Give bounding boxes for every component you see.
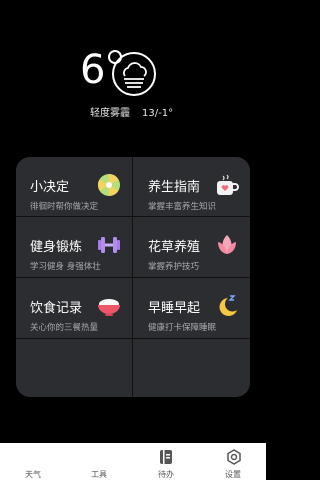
tab-settings[interactable]: 设置 xyxy=(200,443,266,480)
tool-diet-log[interactable]: 饮食记录 关心你的三餐热量 xyxy=(16,278,132,337)
tool-title: 养生指南 xyxy=(148,180,201,195)
tool-decision[interactable]: 小决定 徘徊时帮你做决定 xyxy=(16,157,132,216)
temperature: 6 xyxy=(80,47,106,93)
tab-label: 设置 xyxy=(225,470,241,479)
grid-divider xyxy=(16,338,250,339)
tab-weather[interactable]: 天气 xyxy=(0,443,66,480)
rice-bowl-icon xyxy=(98,299,120,316)
lotus-icon xyxy=(218,235,236,254)
bottom-tab-bar: 天气 工具 待办 设置 xyxy=(0,443,266,480)
tool-subtitle: 掌握丰富养生知识 xyxy=(148,202,217,212)
tab-label: 天气 xyxy=(25,470,41,479)
weather-condition-line: 轻度雾霾 13/-1° xyxy=(90,104,185,119)
tool-fitness[interactable]: 健身锻炼 学习健身 身强体壮 xyxy=(16,217,132,276)
temperature-range: 13/-1° xyxy=(142,108,174,119)
tab-tools[interactable]: 工具 xyxy=(66,443,132,480)
tool-subtitle: 健康打卡保障睡眠 xyxy=(148,323,217,333)
weather-summary: 6 轻度雾霾 13/-1° xyxy=(0,46,266,126)
pie-wheel-icon xyxy=(98,174,120,196)
tool-title: 花草养殖 xyxy=(148,240,201,255)
tools-grid: 小决定 徘徊时帮你做决定 养生指南 掌握丰富养生知识 健身锻炼 学习健身 身强体… xyxy=(16,157,250,397)
tool-sleep-early[interactable]: 早睡早起 健康打卡保障睡眠 xyxy=(134,278,250,337)
tool-title: 小决定 xyxy=(30,180,70,195)
condition-text: 轻度雾霾 xyxy=(90,108,130,119)
tab-todo[interactable]: 待办 xyxy=(133,443,199,480)
tool-subtitle: 学习健身 身强体壮 xyxy=(30,262,101,272)
tea-cup-icon xyxy=(217,174,239,195)
tool-plant-care[interactable]: 花草养殖 掌握养护技巧 xyxy=(134,217,250,276)
tool-title: 健身锻炼 xyxy=(30,240,83,255)
notebook-icon xyxy=(160,450,172,464)
tool-subtitle: 掌握养护技巧 xyxy=(148,262,200,272)
tab-label: 工具 xyxy=(91,470,107,479)
tab-label: 待办 xyxy=(158,470,174,479)
dumbbell-icon xyxy=(98,237,120,253)
tool-subtitle: 关心你的三餐热量 xyxy=(30,323,99,333)
tool-title: 饮食记录 xyxy=(30,301,83,316)
tool-health-guide[interactable]: 养生指南 掌握丰富养生知识 xyxy=(134,157,250,216)
tool-title: 早睡早起 xyxy=(148,301,201,316)
tool-subtitle: 徘徊时帮你做决定 xyxy=(30,202,99,212)
haze-cloud-icon xyxy=(112,52,156,96)
hexagon-settings-icon xyxy=(227,449,241,465)
moon-sleep-icon xyxy=(219,295,237,316)
